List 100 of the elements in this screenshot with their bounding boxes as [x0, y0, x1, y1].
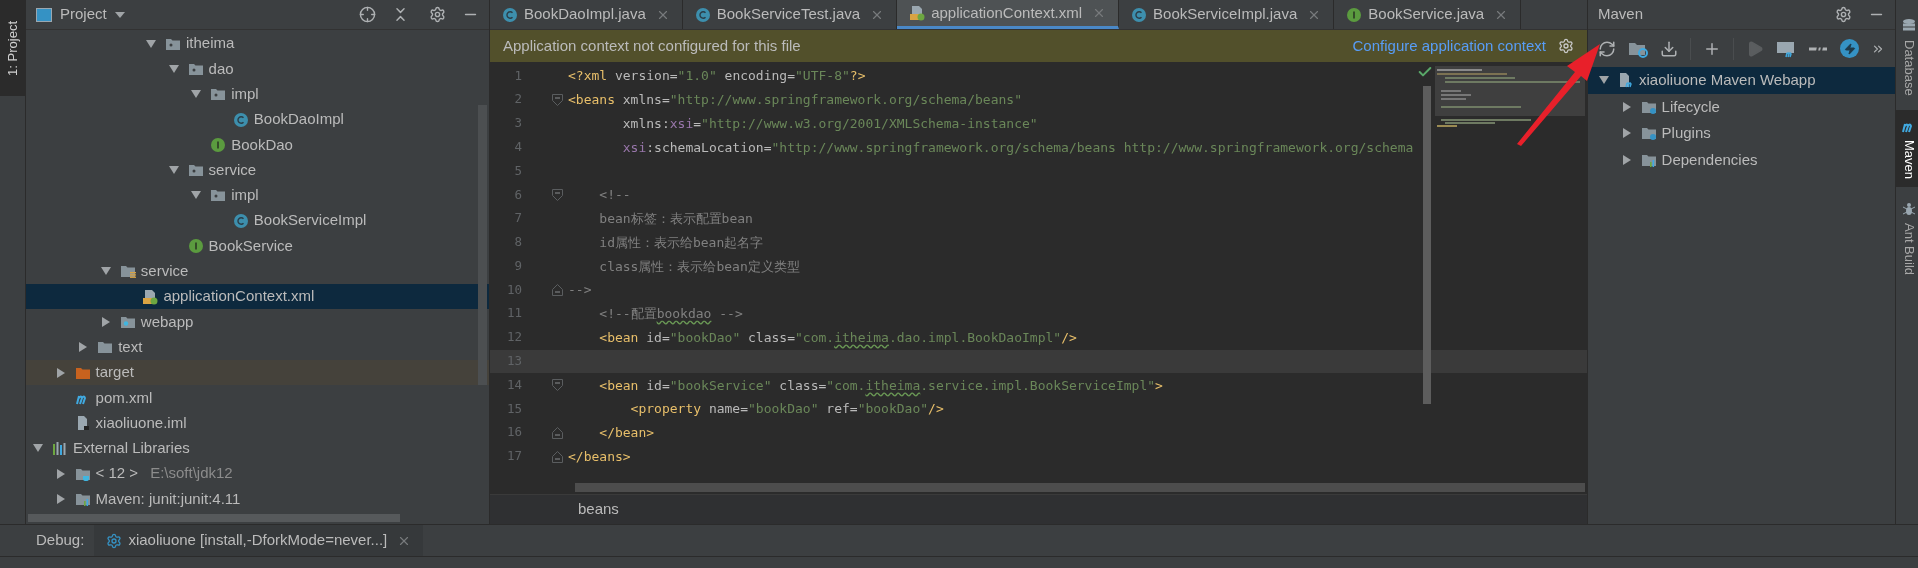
fold-marker-icon[interactable]	[552, 450, 563, 463]
tree-row[interactable]: service	[26, 258, 489, 284]
line-number: 15	[505, 399, 522, 418]
interface-icon	[187, 238, 204, 254]
package-icon	[210, 86, 227, 103]
lightning-icon[interactable]	[1840, 39, 1859, 58]
editor-tab[interactable]: BookServiceImpl.java	[1119, 0, 1335, 29]
tree-item-label: applicationContext.xml	[163, 286, 315, 307]
tree-row[interactable]: target	[26, 359, 489, 386]
tree-row[interactable]: itheima	[26, 31, 489, 57]
tool-window-tab[interactable]: Maven	[1896, 109, 1918, 187]
horizontal-scrollbar[interactable]	[28, 514, 400, 522]
tree-item-label: BookServiceImpl	[253, 210, 367, 231]
expanded-arrow-icon[interactable]	[167, 62, 180, 75]
line-number: 14	[505, 375, 522, 394]
code-text: <property name="bookDao" ref="bookDao"/>	[629, 400, 944, 419]
tree-item-label: xiaoliuone.iml	[95, 412, 187, 433]
code-text: class属性：表示给bean定义类型	[598, 257, 800, 276]
reload-icon[interactable]	[1598, 39, 1616, 58]
class-icon	[232, 212, 249, 229]
tree-row[interactable]: BookDao	[26, 132, 489, 158]
tree-row[interactable]: text	[26, 334, 489, 360]
code-text: <bean id="bookService" class="com.itheima.service.impl.BookServiceImpl">	[598, 376, 1163, 395]
fold-marker-icon[interactable]	[552, 284, 563, 297]
tool-window-tab[interactable]: 1: Project	[0, 0, 26, 96]
settings-icon[interactable]	[429, 6, 446, 23]
download-icon[interactable]	[1660, 39, 1678, 58]
tree-row[interactable]: impl	[26, 81, 489, 107]
collapsed-arrow-icon[interactable]	[1620, 100, 1633, 113]
tree-row[interactable]: xiaoliuone Maven Webapp	[1588, 67, 1895, 94]
tree-row[interactable]: webapp	[26, 309, 489, 335]
fold-marker-icon[interactable]	[552, 93, 563, 106]
ant-icon	[1901, 200, 1917, 217]
settings-icon[interactable]	[1558, 38, 1574, 54]
maven-goal-icon[interactable]	[1776, 39, 1796, 58]
tree-row[interactable]: Lifecycle	[1588, 93, 1895, 120]
tree-row[interactable]: applicationContext.xml	[26, 283, 489, 310]
collapsed-arrow-icon[interactable]	[54, 366, 67, 379]
tree-row[interactable]: xiaoliuone.iml	[26, 410, 489, 436]
breadcrumb-item[interactable]: beans	[578, 498, 619, 521]
tree-item-label: Dependencies	[1661, 149, 1758, 170]
tree-row[interactable]: Dependencies	[1588, 146, 1895, 173]
debug-tab[interactable]: xiaoliuone [install,-DforkMode=never...]	[94, 525, 424, 556]
project-view-dropdown[interactable]: Project	[60, 3, 125, 26]
tree-row[interactable]: service	[26, 157, 489, 183]
settings-icon	[106, 532, 123, 549]
collapsed-arrow-icon[interactable]	[1620, 127, 1633, 140]
fold-marker-icon[interactable]	[552, 426, 563, 439]
resources-folder-icon	[119, 263, 136, 280]
fold-marker-icon[interactable]	[552, 188, 563, 201]
tree-row[interactable]: dao	[26, 56, 489, 82]
settings-icon[interactable]	[1835, 6, 1852, 23]
collapsed-arrow-icon[interactable]	[1620, 153, 1633, 166]
configure-link[interactable]: Configure application context	[1352, 34, 1546, 58]
editor-tab[interactable]: applicationContext.xml	[897, 0, 1120, 29]
tree-row[interactable]: BookDaoImpl	[26, 106, 489, 133]
tree-row[interactable]: Plugins	[1588, 120, 1895, 147]
fold-marker-icon[interactable]	[552, 379, 563, 392]
tree-row[interactable]: BookService	[26, 233, 489, 259]
line-number: 11	[505, 304, 522, 323]
maven-project-icon	[1618, 72, 1634, 89]
line-number: 1	[513, 66, 522, 85]
tree-row[interactable]: Maven: junit:junit:4.11	[26, 486, 489, 512]
tree-item-label: BookService	[208, 235, 293, 256]
collapsed-arrow-icon[interactable]	[99, 315, 112, 328]
tree-row[interactable]: < 12 > E:\soft\jdk12	[26, 461, 489, 487]
tree-row[interactable]: pom.xml	[26, 385, 489, 411]
folder-icon	[97, 339, 114, 356]
collapsed-arrow-icon[interactable]	[54, 467, 67, 480]
tree-row[interactable]: External Libraries	[26, 435, 489, 462]
collapsed-arrow-icon[interactable]	[54, 493, 67, 505]
window-icon	[36, 7, 52, 22]
class-icon	[694, 6, 711, 23]
banner-message: Application context not configured for this file	[503, 35, 801, 56]
spring-xml-icon	[142, 288, 159, 305]
vertical-scrollbar[interactable]	[1423, 86, 1431, 404]
editor-tab[interactable]: BookDaoImpl.java	[490, 0, 683, 29]
code-text: </bean>	[598, 424, 655, 443]
line-number: 10	[505, 280, 522, 299]
locate-icon[interactable]	[359, 6, 376, 23]
horizontal-scrollbar[interactable]	[575, 483, 1585, 492]
tree-row[interactable]: impl	[26, 182, 489, 209]
caret-icon	[114, 11, 125, 18]
editor-tab[interactable]: BookService.java	[1334, 0, 1522, 29]
tree-item-label: BookDao	[231, 134, 293, 155]
tree-item-label: webapp	[140, 311, 194, 332]
code-text: xsi:schemaLocation="http://www.springframework.org/schema/beans http://www.springframework.org/schema	[621, 138, 1414, 157]
class-icon	[502, 6, 518, 23]
code-text: bean标签：表示配置bean	[598, 209, 753, 228]
package-icon	[210, 187, 227, 204]
tool-window-tab[interactable]: Ant Build	[1896, 192, 1918, 283]
tree-item-label: Maven: junit:junit:4.11	[95, 488, 241, 509]
tree-item-detail: E:\soft\jdk12	[150, 463, 233, 484]
gear-folder-icon	[1640, 125, 1657, 142]
tool-window-tab[interactable]: Database	[1896, 10, 1918, 104]
vertical-scrollbar[interactable]	[478, 105, 487, 385]
library-folder-icon	[74, 491, 91, 507]
tree-row[interactable]: BookServiceImpl	[26, 208, 489, 234]
tree-item-label: pom.xml	[95, 387, 153, 408]
expanded-arrow-icon[interactable]	[145, 37, 157, 50]
